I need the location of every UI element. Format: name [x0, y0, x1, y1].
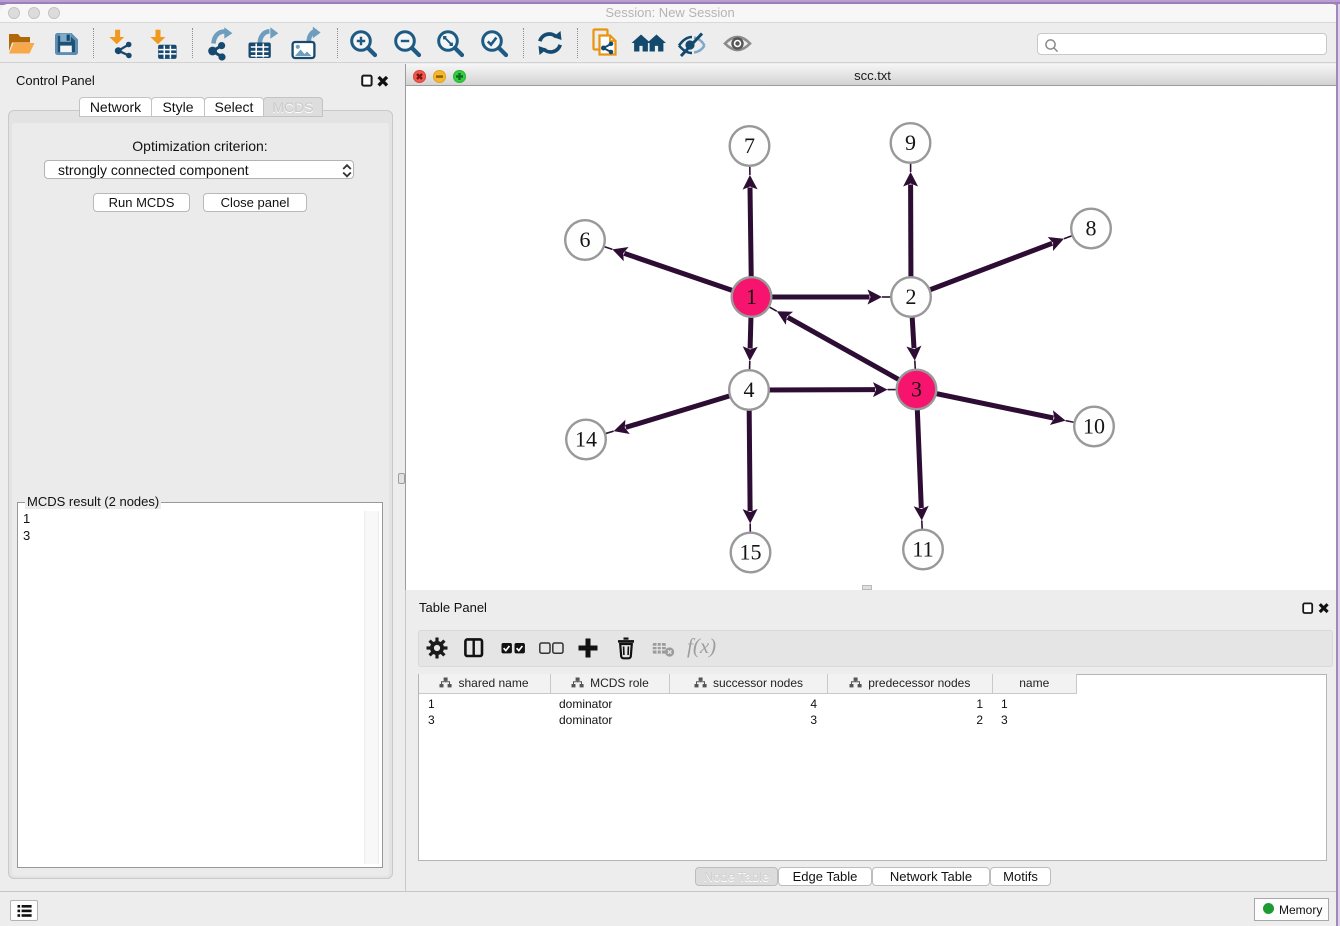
svg-text:6: 6: [580, 227, 591, 252]
svg-text:10: 10: [1083, 414, 1105, 439]
svg-text:14: 14: [575, 427, 597, 452]
svg-text:1: 1: [746, 284, 757, 309]
svg-text:9: 9: [905, 130, 916, 155]
svg-text:11: 11: [912, 537, 933, 562]
svg-text:7: 7: [744, 133, 755, 158]
svg-text:4: 4: [744, 377, 755, 402]
svg-text:3: 3: [911, 377, 922, 402]
svg-text:8: 8: [1086, 216, 1097, 241]
svg-text:15: 15: [740, 540, 762, 565]
svg-text:2: 2: [906, 284, 917, 309]
